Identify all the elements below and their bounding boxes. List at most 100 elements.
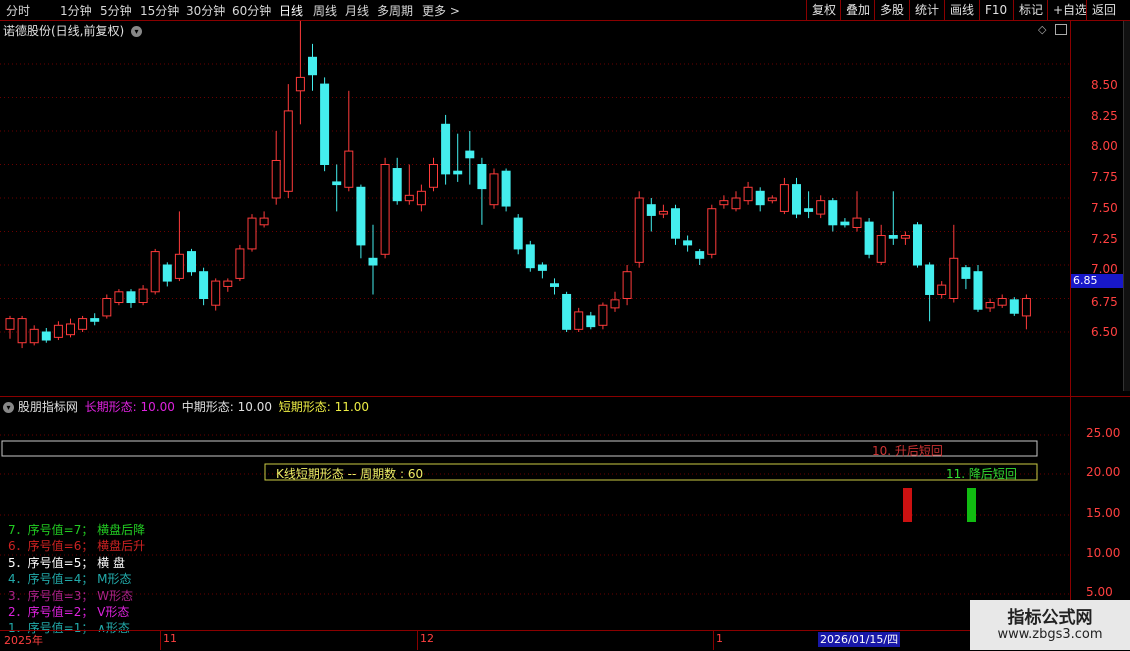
period-tab-5min[interactable]: 5分钟 [100,2,132,19]
more-menu[interactable]: 更多 > [422,2,460,19]
candle [259,211,269,228]
pattern-box-short-text: 11. 降后短回 [946,467,1017,481]
candle-body [332,181,342,186]
candle [53,321,63,341]
candle [465,131,475,185]
candle [441,114,451,185]
date-year-label: 2025年 [4,634,43,647]
period-tab-monthly[interactable]: 月线 [345,2,369,19]
candle-body [840,221,850,226]
candle-body [755,190,765,206]
date-month-label: 11 [163,632,177,645]
back-button[interactable]: 返回 [1086,0,1121,20]
candle-body [1009,299,1019,314]
candle [985,298,995,312]
candle-body [743,186,753,202]
indicator-tick: 20.00 [1086,465,1121,479]
candle-body [622,271,632,299]
diamond-icon[interactable]: ◇ [1038,23,1046,36]
period-tab-30min[interactable]: 30分钟 [186,2,225,19]
candlestick-chart[interactable] [0,21,1070,396]
period-tab-1min[interactable]: 1分钟 [60,2,92,19]
candle-body [235,248,245,279]
candle-body [804,208,814,212]
legend-item-4: 4．序号值=4； M形态 [8,572,132,586]
candle-body [259,217,269,226]
candle-body [683,240,693,246]
candle [29,325,39,346]
candle [162,262,172,287]
candle-body [864,221,874,255]
date-month-label: 1 [716,632,723,645]
candle-body [477,164,487,190]
candle-body [888,235,898,239]
candle [271,131,281,205]
date-tick [417,631,418,650]
indicator-chart[interactable] [0,397,1070,630]
candle [961,265,971,290]
period-tab-multi[interactable]: 多周期 [377,2,413,19]
candle [187,248,196,276]
watermark-url: www.zbgs3.com [997,627,1103,642]
candle-body [537,264,547,271]
candle [368,224,378,295]
candle [562,291,572,332]
candle [755,187,765,212]
candle-body [695,251,705,259]
candle-body [223,280,233,287]
candle [174,211,184,282]
candle-body [501,170,511,207]
fuquan-button[interactable]: 复权 [806,0,841,20]
candle-body [828,200,838,226]
candle [78,315,88,332]
period-tab-60min[interactable]: 60分钟 [232,2,271,19]
overlay-button[interactable]: 叠加 [840,0,875,20]
side-panel-scrollbar[interactable] [1123,21,1130,391]
period-tab-15min[interactable]: 15分钟 [140,2,179,19]
candle-body [320,83,330,165]
candle [719,195,729,209]
cursor-date-label: 2026/01/15/四 [818,632,901,647]
candle [489,168,499,209]
candle [767,195,777,204]
period-tab-daily[interactable]: 日线 [279,2,303,19]
candle-body [586,315,596,328]
stats-button[interactable]: 统计 [909,0,944,20]
candle [574,307,584,332]
candle-body [562,293,572,330]
candle [513,214,523,255]
candle-body [150,251,160,293]
candle-body [465,150,475,159]
window-icon[interactable] [1055,24,1067,35]
candle [308,43,317,91]
candle [586,311,596,330]
candle-body [90,318,100,322]
candle [1021,294,1031,330]
candle [429,157,438,192]
draw-line-button[interactable]: 画线 [944,0,979,20]
period-tab-fenshi[interactable]: 分时 [6,2,30,19]
candle-body [707,208,717,255]
candle [380,157,390,259]
candle-body [380,164,390,255]
candle-body [66,323,75,336]
multi-stock-button[interactable]: 多股 [874,0,909,20]
candle [743,181,753,205]
candle [816,195,826,219]
period-tab-weekly[interactable]: 周线 [313,2,337,19]
candle-body [937,284,947,295]
indicator-tick: 10.00 [1086,546,1121,560]
candle [610,291,620,312]
f10-button[interactable]: F10 [979,0,1012,20]
candle [731,191,741,212]
candle [634,191,644,268]
candle-body [199,271,209,299]
mark-button[interactable]: 标记 [1013,0,1048,20]
candle [344,90,354,192]
candle [707,204,717,259]
candle [646,198,656,232]
indicator-tick: 25.00 [1086,426,1121,440]
candle-body [271,159,281,199]
candle-body [138,288,148,304]
candle-body [187,251,196,273]
